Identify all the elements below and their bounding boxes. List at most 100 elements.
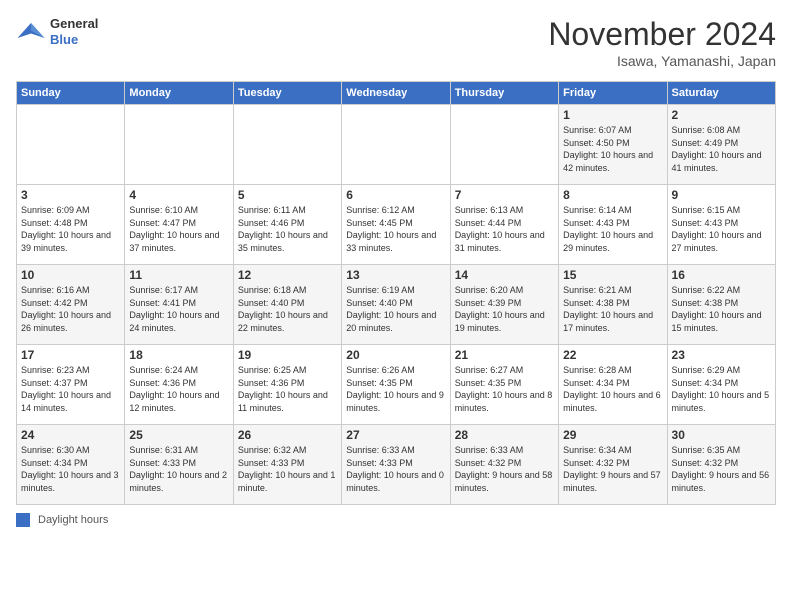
header-day-thursday: Thursday (450, 82, 558, 105)
calendar-day: 18 Sunrise: 6:24 AM Sunset: 4:36 PM Dayli… (125, 345, 233, 425)
day-info: Sunrise: 6:33 AM Sunset: 4:32 PM Dayligh… (455, 444, 554, 494)
calendar-day: 28 Sunrise: 6:33 AM Sunset: 4:32 PM Dayli… (450, 425, 558, 505)
calendar-day: 30Sunrise: 6:35 AM Sunset: 4:32 PM Dayli… (667, 425, 775, 505)
day-info: Sunrise: 6:16 AM Sunset: 4:42 PM Dayligh… (21, 284, 120, 334)
logo-bird-icon (16, 17, 46, 47)
day-info: Sunrise: 6:26 AM Sunset: 4:35 PM Dayligh… (346, 364, 445, 414)
day-info: Sunrise: 6:27 AM Sunset: 4:35 PM Dayligh… (455, 364, 554, 414)
calendar-day: 12Sunrise: 6:18 AM Sunset: 4:40 PM Dayli… (233, 265, 341, 345)
header-day-monday: Monday (125, 82, 233, 105)
day-info: Sunrise: 6:15 AM Sunset: 4:43 PM Dayligh… (672, 204, 771, 254)
day-info: Sunrise: 6:34 AM Sunset: 4:32 PM Dayligh… (563, 444, 662, 494)
calendar-day: 9 Sunrise: 6:15 AM Sunset: 4:43 PM Daylig… (667, 185, 775, 265)
day-info: Sunrise: 6:12 AM Sunset: 4:45 PM Dayligh… (346, 204, 445, 254)
day-info: Sunrise: 6:32 AM Sunset: 4:33 PM Dayligh… (238, 444, 337, 494)
day-info: Sunrise: 6:30 AM Sunset: 4:34 PM Dayligh… (21, 444, 120, 494)
day-info: Sunrise: 6:25 AM Sunset: 4:36 PM Dayligh… (238, 364, 337, 414)
calendar-day: 26Sunrise: 6:32 AM Sunset: 4:33 PM Dayli… (233, 425, 341, 505)
calendar-day: 23 Sunrise: 6:29 AM Sunset: 4:34 PM Dayli… (667, 345, 775, 425)
calendar-day: 25Sunrise: 6:31 AM Sunset: 4:33 PM Dayli… (125, 425, 233, 505)
logo-text: General Blue (50, 16, 98, 47)
calendar-day: 17 Sunrise: 6:23 AM Sunset: 4:37 PM Dayli… (17, 345, 125, 425)
calendar-day: 22 Sunrise: 6:28 AM Sunset: 4:34 PM Dayli… (559, 345, 667, 425)
day-number: 6 (346, 188, 445, 202)
logo-general: General (50, 16, 98, 32)
calendar-day: 5 Sunrise: 6:11 AM Sunset: 4:46 PM Daylig… (233, 185, 341, 265)
day-number: 28 (455, 428, 554, 442)
calendar-day: 13 Sunrise: 6:19 AM Sunset: 4:40 PM Dayli… (342, 265, 450, 345)
day-number: 23 (672, 348, 771, 362)
day-number: 13 (346, 268, 445, 282)
calendar-week-1: 1Sunrise: 6:07 AM Sunset: 4:50 PM Daylig… (17, 105, 776, 185)
day-info: Sunrise: 6:20 AM Sunset: 4:39 PM Dayligh… (455, 284, 554, 334)
day-number: 11 (129, 268, 228, 282)
day-number: 15 (563, 268, 662, 282)
day-number: 21 (455, 348, 554, 362)
day-number: 3 (21, 188, 120, 202)
header-day-saturday: Saturday (667, 82, 775, 105)
day-info: Sunrise: 6:11 AM Sunset: 4:46 PM Dayligh… (238, 204, 337, 254)
calendar-body: 1Sunrise: 6:07 AM Sunset: 4:50 PM Daylig… (17, 105, 776, 505)
day-number: 22 (563, 348, 662, 362)
calendar-week-3: 10 Sunrise: 6:16 AM Sunset: 4:42 PM Dayli… (17, 265, 776, 345)
legend-label: Daylight hours (38, 514, 108, 526)
day-number: 16 (672, 268, 771, 282)
calendar-table: SundayMondayTuesdayWednesdayThursdayFrid… (16, 81, 776, 505)
day-number: 9 (672, 188, 771, 202)
day-info: Sunrise: 6:17 AM Sunset: 4:41 PM Dayligh… (129, 284, 228, 334)
legend-color-box (16, 513, 30, 527)
day-number: 10 (21, 268, 120, 282)
day-info: Sunrise: 6:35 AM Sunset: 4:32 PM Dayligh… (672, 444, 771, 494)
day-info: Sunrise: 6:10 AM Sunset: 4:47 PM Dayligh… (129, 204, 228, 254)
calendar-day: 10 Sunrise: 6:16 AM Sunset: 4:42 PM Dayli… (17, 265, 125, 345)
day-info: Sunrise: 6:33 AM Sunset: 4:33 PM Dayligh… (346, 444, 445, 494)
day-number: 19 (238, 348, 337, 362)
day-info: Sunrise: 6:24 AM Sunset: 4:36 PM Dayligh… (129, 364, 228, 414)
location-subtitle: Isawa, Yamanashi, Japan (548, 53, 776, 69)
calendar-day: 2 Sunrise: 6:08 AM Sunset: 4:49 PM Daylig… (667, 105, 775, 185)
day-info: Sunrise: 6:23 AM Sunset: 4:37 PM Dayligh… (21, 364, 120, 414)
day-info: Sunrise: 6:28 AM Sunset: 4:34 PM Dayligh… (563, 364, 662, 414)
title-block: November 2024 Isawa, Yamanashi, Japan (548, 16, 776, 69)
day-info: Sunrise: 6:22 AM Sunset: 4:38 PM Dayligh… (672, 284, 771, 334)
calendar-day: 14 Sunrise: 6:20 AM Sunset: 4:39 PM Dayli… (450, 265, 558, 345)
header-day-sunday: Sunday (17, 82, 125, 105)
day-number: 14 (455, 268, 554, 282)
calendar-day: 19 Sunrise: 6:25 AM Sunset: 4:36 PM Dayli… (233, 345, 341, 425)
header-day-wednesday: Wednesday (342, 82, 450, 105)
calendar-day: 16 Sunrise: 6:22 AM Sunset: 4:38 PM Dayli… (667, 265, 775, 345)
day-number: 2 (672, 108, 771, 122)
calendar-day: 29 Sunrise: 6:34 AM Sunset: 4:32 PM Dayli… (559, 425, 667, 505)
day-number: 24 (21, 428, 120, 442)
calendar-day (125, 105, 233, 185)
calendar-day: 24 Sunrise: 6:30 AM Sunset: 4:34 PM Dayli… (17, 425, 125, 505)
calendar-day: 7Sunrise: 6:13 AM Sunset: 4:44 PM Daylig… (450, 185, 558, 265)
legend-bar: Daylight hours (16, 513, 776, 527)
day-number: 29 (563, 428, 662, 442)
calendar-day: 21 Sunrise: 6:27 AM Sunset: 4:35 PM Dayli… (450, 345, 558, 425)
day-info: Sunrise: 6:09 AM Sunset: 4:48 PM Dayligh… (21, 204, 120, 254)
day-number: 5 (238, 188, 337, 202)
day-number: 17 (21, 348, 120, 362)
logo: General Blue (16, 16, 98, 47)
day-info: Sunrise: 6:19 AM Sunset: 4:40 PM Dayligh… (346, 284, 445, 334)
calendar-week-2: 3 Sunrise: 6:09 AM Sunset: 4:48 PM Daylig… (17, 185, 776, 265)
calendar-day (450, 105, 558, 185)
calendar-day: 11 Sunrise: 6:17 AM Sunset: 4:41 PM Dayli… (125, 265, 233, 345)
day-number: 20 (346, 348, 445, 362)
day-number: 25 (129, 428, 228, 442)
day-number: 12 (238, 268, 337, 282)
day-info: Sunrise: 6:29 AM Sunset: 4:34 PM Dayligh… (672, 364, 771, 414)
calendar-day: 4 Sunrise: 6:10 AM Sunset: 4:47 PM Daylig… (125, 185, 233, 265)
day-number: 18 (129, 348, 228, 362)
day-info: Sunrise: 6:08 AM Sunset: 4:49 PM Dayligh… (672, 124, 771, 174)
logo-blue: Blue (50, 32, 98, 48)
day-info: Sunrise: 6:14 AM Sunset: 4:43 PM Dayligh… (563, 204, 662, 254)
calendar-day: 3 Sunrise: 6:09 AM Sunset: 4:48 PM Daylig… (17, 185, 125, 265)
calendar-day: 20 Sunrise: 6:26 AM Sunset: 4:35 PM Dayli… (342, 345, 450, 425)
header-day-tuesday: Tuesday (233, 82, 341, 105)
header-day-friday: Friday (559, 82, 667, 105)
calendar-day: 8Sunrise: 6:14 AM Sunset: 4:43 PM Daylig… (559, 185, 667, 265)
day-number: 4 (129, 188, 228, 202)
calendar-day (17, 105, 125, 185)
